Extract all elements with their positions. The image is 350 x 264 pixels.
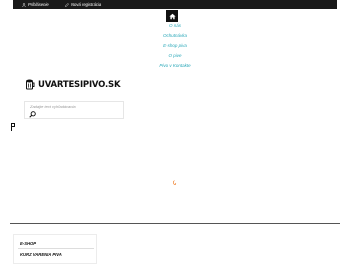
- search-placeholder[interactable]: Zadajte text vyhľadávania: [30, 104, 76, 109]
- user-icon: [22, 2, 26, 7]
- nav-item-kontakt[interactable]: Pivo v Kontakte: [0, 61, 350, 71]
- search-icon[interactable]: [29, 111, 36, 118]
- register-link[interactable]: Nová registrácia: [65, 1, 101, 8]
- main-nav: O nás Ochutnávka E-shop piva O pive Pivo…: [0, 21, 350, 71]
- home-icon: [168, 13, 176, 19]
- brand-name: UVARTESIPIVO.SK: [38, 79, 121, 90]
- beer-mug-icon: [26, 79, 35, 90]
- footer-menu-title[interactable]: E-SHOP: [20, 241, 36, 246]
- top-bar: Prihlásenie Nová registrácia: [13, 0, 337, 9]
- nav-item-e-shop-piva[interactable]: E-shop piva: [0, 41, 350, 51]
- pencil-icon: [65, 2, 69, 7]
- login-link[interactable]: Prihlásenie: [22, 1, 49, 8]
- register-label: Nová registrácia: [71, 2, 102, 7]
- nav-item-ochutnavka[interactable]: Ochutnávka: [0, 31, 350, 41]
- nav-item-o-nas[interactable]: O nás: [0, 21, 350, 31]
- nav-item-o-pive[interactable]: O pive: [0, 51, 350, 61]
- footer-menu-item[interactable]: KURZ VARENIA PIVA: [20, 252, 62, 257]
- location-pin-icon[interactable]: [10, 122, 16, 132]
- footer-menu-separator: [18, 248, 94, 249]
- footer-menu: E-SHOP KURZ VARENIA PIVA: [13, 234, 97, 264]
- login-label: Prihlásenie: [28, 2, 49, 7]
- footer-divider: [10, 223, 340, 224]
- loading-spinner-icon: [173, 180, 177, 185]
- search-box[interactable]: Zadajte text vyhľadávania: [24, 101, 124, 119]
- site-logo[interactable]: UVARTESIPIVO.SK: [25, 79, 121, 90]
